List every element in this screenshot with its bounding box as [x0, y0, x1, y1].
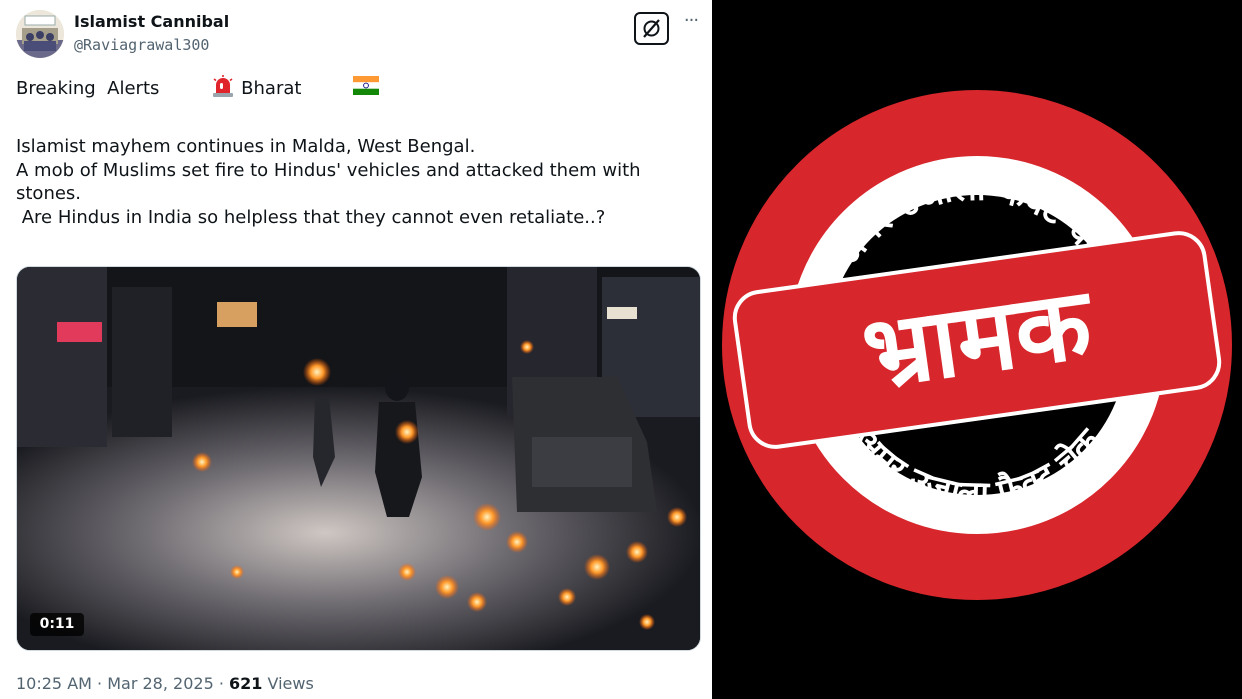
author-display-name[interactable]: Islamist Cannibal	[74, 12, 229, 31]
video-thumbnail	[17, 267, 700, 650]
tweet-headline: Breaking Alerts Bharat	[16, 74, 696, 101]
views-label: Views	[267, 674, 314, 693]
meta-separator: ·	[91, 674, 108, 693]
more-options-icon[interactable]: ···	[680, 12, 702, 38]
stamp-graphic: अमर उजाला फैक्ट चेक अमर उजाला फैक्ट चेक …	[722, 90, 1232, 600]
headline-text-1: Breaking Alerts	[16, 78, 160, 100]
video-duration-badge: 0:11	[30, 613, 84, 636]
headline-text-2: Bharat	[241, 78, 302, 100]
tweet-text-line-3: stones.	[16, 183, 82, 204]
fact-check-stamp: अमर उजाला फैक्ट चेक अमर उजाला फैक्ट चेक …	[712, 0, 1242, 699]
india-flag-emoji-icon	[307, 53, 380, 126]
tweet-body: Breaking Alerts Bharat Islamist mayhem c…	[16, 74, 696, 229]
views-count: 621	[229, 674, 263, 693]
tweet-text-line-4: Are Hindus in India so helpless that the…	[16, 206, 606, 228]
tweet-card: Islamist Cannibal @Raviagrawal300 ··· Br…	[0, 0, 712, 699]
tweet-meta: 10:25 AM · Mar 28, 2025 · 621 Views	[16, 674, 314, 693]
video-player[interactable]	[16, 266, 701, 651]
tweet-text-line-2: A mob of Muslims set fire to Hindus' veh…	[16, 159, 641, 181]
tweet-text-line-1: Islamist mayhem continues in Malda, West…	[16, 136, 476, 157]
police-light-emoji-icon	[165, 50, 235, 128]
grok-icon	[643, 19, 660, 38]
grok-button[interactable]	[634, 12, 669, 45]
tweet-date[interactable]: Mar 28, 2025	[107, 674, 214, 693]
avatar-image	[16, 10, 64, 58]
avatar[interactable]	[16, 10, 64, 58]
meta-separator: ·	[213, 674, 230, 693]
tweet-time[interactable]: 10:25 AM	[16, 674, 92, 693]
